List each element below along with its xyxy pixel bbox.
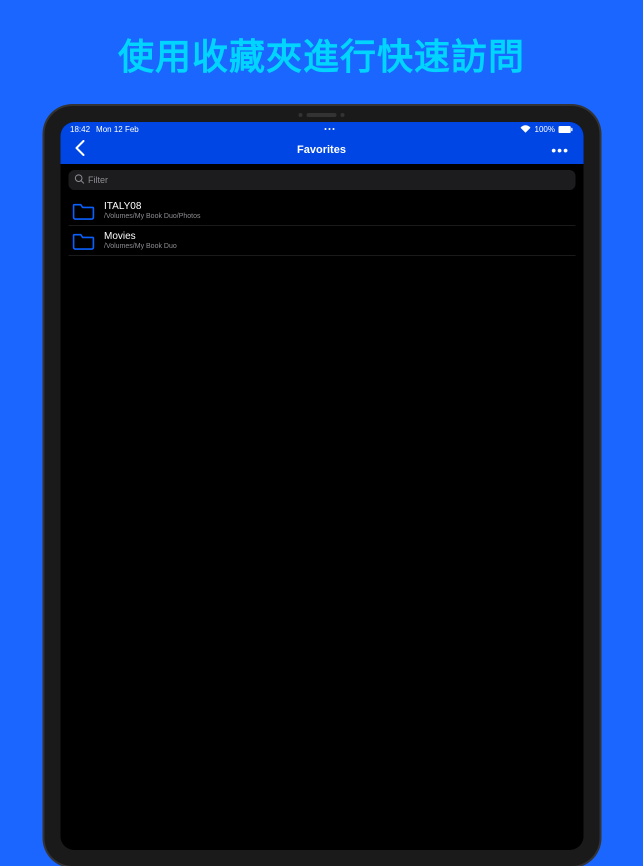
tablet-frame: 18:42 Mon 12 Feb 100% Favorites ••• [44, 106, 599, 866]
list-item-subtitle: /Volumes/My Book Duo/Photos [104, 213, 201, 220]
list-item[interactable]: ITALY08 /Volumes/My Book Duo/Photos [68, 196, 575, 226]
content-area: ITALY08 /Volumes/My Book Duo/Photos Movi… [60, 164, 583, 850]
status-bar: 18:42 Mon 12 Feb 100% [60, 122, 583, 136]
search-icon [74, 174, 84, 187]
page-title: Favorites [297, 144, 346, 156]
list-item[interactable]: Movies /Volumes/My Book Duo [68, 226, 575, 256]
status-time: 18:42 [70, 125, 90, 134]
folder-icon [72, 232, 94, 250]
multitask-dots [325, 128, 335, 130]
list-item-title: Movies [104, 231, 177, 242]
folder-icon [72, 202, 94, 220]
filter-input[interactable] [88, 175, 569, 185]
list-item-subtitle: /Volumes/My Book Duo [104, 243, 177, 250]
filter-bar[interactable] [68, 170, 575, 190]
battery-percent: 100% [535, 125, 555, 134]
more-button[interactable]: ••• [547, 142, 573, 158]
wifi-icon [521, 125, 531, 133]
battery-icon [559, 126, 573, 133]
status-date: Mon 12 Feb [96, 125, 139, 134]
tablet-notch [292, 112, 352, 118]
nav-bar: Favorites ••• [60, 136, 583, 164]
back-button[interactable] [70, 140, 88, 161]
promo-title: 使用收藏夾進行快速訪問 [0, 0, 643, 80]
screen: 18:42 Mon 12 Feb 100% Favorites ••• [60, 122, 583, 850]
list-item-title: ITALY08 [104, 201, 201, 212]
